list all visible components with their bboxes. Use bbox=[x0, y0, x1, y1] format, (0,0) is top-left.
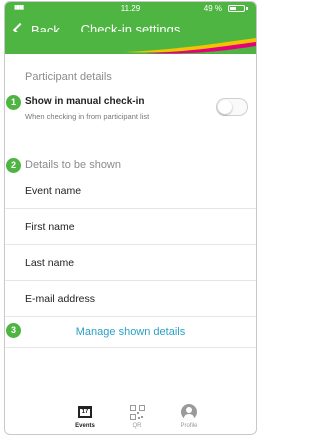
detail-item-label: Last name bbox=[25, 257, 75, 269]
divider bbox=[5, 347, 256, 348]
tab-profile-label: Profile bbox=[180, 423, 198, 429]
step-badge-1: 1 bbox=[6, 95, 21, 110]
detail-item[interactable]: Event name bbox=[5, 173, 256, 209]
section-title-participant-details: Participant details bbox=[25, 71, 112, 83]
detail-item-label: E-mail address bbox=[25, 293, 96, 305]
manual-checkin-toggle[interactable] bbox=[216, 98, 248, 116]
profile-icon bbox=[181, 404, 197, 420]
battery-percent: 49 % bbox=[203, 4, 222, 13]
phone-screen: ▮▮▮▮ 11.29 49 % Back Check-in settings P… bbox=[4, 1, 257, 435]
manual-checkin-description: When checking in from participant list bbox=[25, 112, 150, 121]
detail-item[interactable]: Last name bbox=[5, 245, 256, 281]
battery-cap bbox=[246, 7, 248, 10]
battery-icon bbox=[228, 5, 245, 12]
manage-shown-details-link[interactable]: Manage shown details bbox=[5, 317, 256, 347]
calendar-icon: 17 bbox=[78, 406, 92, 418]
detail-item-label: Event name bbox=[25, 185, 82, 197]
calendar-day: 17 bbox=[81, 409, 89, 415]
section-title-details-shown: Details to be shown bbox=[25, 159, 121, 171]
battery-fill bbox=[230, 7, 236, 10]
detail-item-label: First name bbox=[25, 221, 75, 233]
tab-qr-label: QR bbox=[132, 423, 142, 429]
step-badge-2: 2 bbox=[6, 158, 21, 173]
header-wave-decoration bbox=[5, 32, 256, 54]
status-bar: ▮▮▮▮ 11.29 49 % bbox=[5, 2, 256, 15]
detail-item[interactable]: E-mail address bbox=[5, 281, 256, 317]
qr-icon bbox=[129, 404, 145, 420]
bottom-tab-bar: 17 Events QR Profile bbox=[5, 396, 256, 434]
tab-events-label: Events bbox=[75, 423, 95, 429]
detail-item[interactable]: First name bbox=[5, 209, 256, 245]
toggle-knob bbox=[218, 100, 232, 114]
manual-checkin-label: Show in manual check-in bbox=[25, 96, 145, 107]
